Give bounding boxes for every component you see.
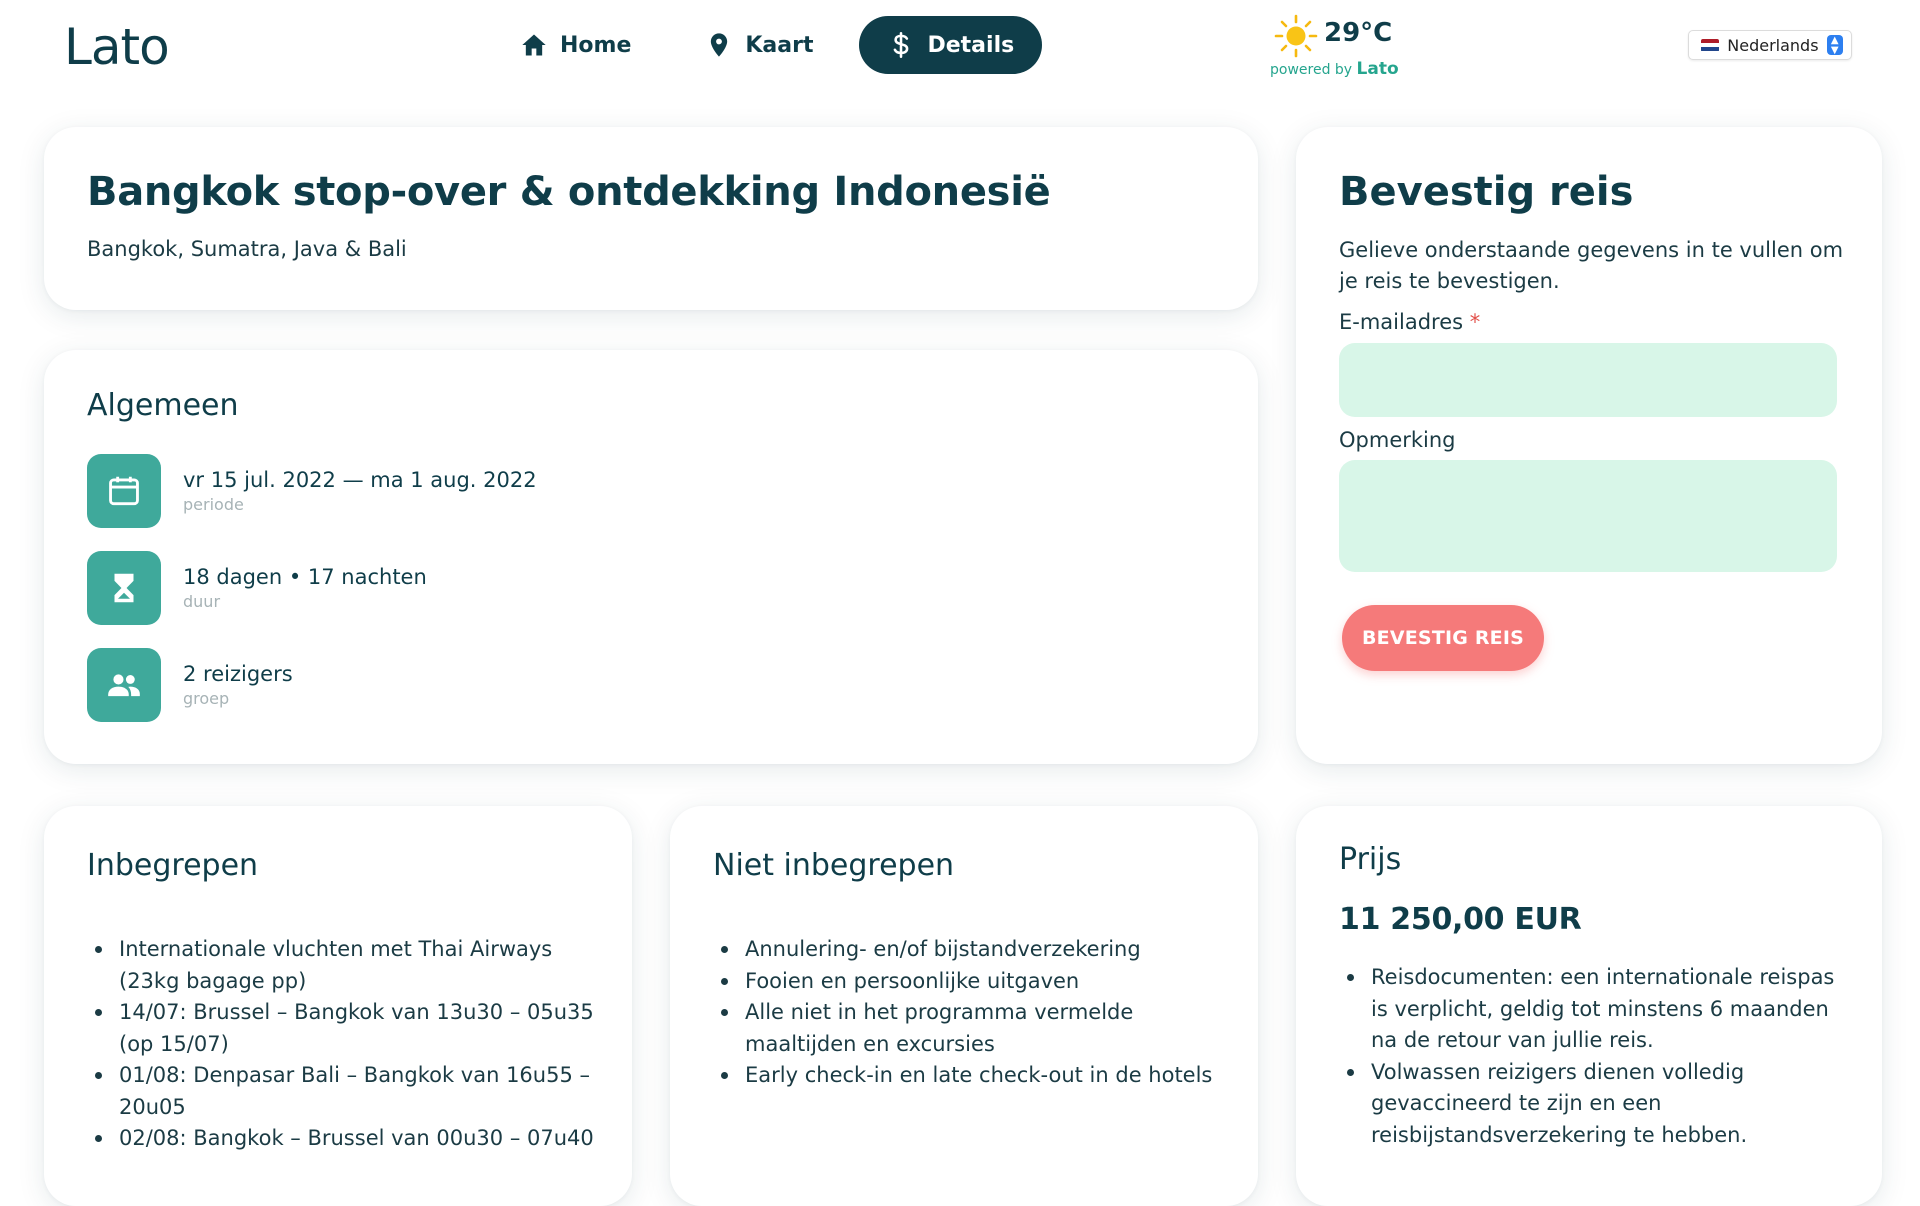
confirm-trip-button[interactable]: BEVESTIG REIS — [1342, 605, 1544, 671]
sun-icon — [1274, 14, 1318, 58]
list-item: 14/07: Brussel – Bangkok van 13u30 – 05u… — [95, 997, 599, 1060]
dollar-icon — [894, 32, 909, 58]
price-heading: Prijs — [1339, 842, 1402, 877]
powered-by: powered by Lato — [1270, 59, 1399, 79]
group-value: 2 reizigers — [183, 662, 293, 686]
confirm-title: Bevestig reis — [1339, 169, 1634, 215]
language-select[interactable]: Nederlands ▲ ▼ — [1688, 30, 1852, 60]
period-value: vr 15 jul. 2022 — ma 1 aug. 2022 — [183, 468, 537, 492]
period-label: periode — [183, 495, 244, 514]
list-item: Reisdocumenten: een internationale reisp… — [1347, 962, 1851, 1057]
hourglass-icon — [87, 551, 161, 625]
list-item: Internationale vluchten met Thai Airways… — [95, 934, 599, 997]
price-card: Prijs 11 250,00 EUR Reisdocumenten: een … — [1296, 806, 1882, 1206]
nav-home[interactable]: Home — [492, 16, 659, 74]
email-label-text: E-mailadres — [1339, 310, 1464, 334]
lato-logo[interactable]: Lato — [64, 18, 170, 76]
netherlands-flag-icon — [1701, 38, 1720, 52]
trip-title: Bangkok stop-over & ontdekking Indonesië — [87, 169, 1051, 215]
temperature: 29°C — [1324, 18, 1393, 48]
main-nav: Home Kaart Details — [492, 16, 1043, 74]
nav-home-label: Home — [560, 32, 632, 58]
calendar-icon — [87, 454, 161, 528]
trip-title-card: Bangkok stop-over & ontdekking Indonesië… — [44, 127, 1258, 310]
confirm-card: Bevestig reis Gelieve onderstaande gegev… — [1296, 127, 1882, 764]
remark-field[interactable] — [1339, 460, 1837, 572]
list-item: 01/08: Denpasar Bali – Bangkok van 16u55… — [95, 1060, 599, 1123]
powered-by-brand: Lato — [1356, 59, 1399, 79]
nav-details-label: Details — [927, 32, 1015, 58]
duration-value: 18 dagen • 17 nachten — [183, 565, 427, 589]
list-item: Fooien en persoonlijke uitgaven — [721, 966, 1245, 998]
general-heading: Algemeen — [87, 388, 239, 423]
info-group: 2 reizigers groep — [87, 648, 293, 722]
general-card: Algemeen vr 15 jul. 2022 — ma 1 aug. 202… — [44, 350, 1258, 764]
email-label: E-mailadres * — [1339, 310, 1480, 334]
trip-subtitle: Bangkok, Sumatra, Java & Bali — [87, 237, 407, 261]
powered-by-text: powered by — [1270, 62, 1353, 78]
price-amount: 11 250,00 EUR — [1339, 902, 1582, 937]
required-marker: * — [1469, 310, 1481, 334]
nav-details[interactable]: Details — [859, 16, 1043, 74]
included-heading: Inbegrepen — [87, 848, 259, 883]
list-item: Annulering- en/of bijstandverzekering — [721, 934, 1245, 966]
map-pin-icon — [711, 33, 728, 57]
email-field[interactable] — [1339, 343, 1837, 417]
top-bar: Lato Home Kaart Details 29°C powered by … — [0, 0, 1920, 100]
group-icon — [87, 648, 161, 722]
info-period: vr 15 jul. 2022 — ma 1 aug. 2022 periode — [87, 454, 537, 528]
select-arrows-icon: ▲ ▼ — [1826, 35, 1843, 56]
duration-label: duur — [183, 592, 221, 611]
nav-kaart-label: Kaart — [745, 32, 814, 58]
list-item: Early check-in en late check-out in de h… — [721, 1060, 1245, 1092]
language-value: Nederlands — [1727, 35, 1819, 55]
excluded-card: Niet inbegrepen Annulering- en/of bijsta… — [670, 806, 1258, 1206]
home-icon — [522, 34, 546, 56]
excluded-heading: Niet inbegrepen — [713, 848, 955, 883]
info-duration: 18 dagen • 17 nachten duur — [87, 551, 427, 625]
list-item: Volwassen reizigers dienen volledig geva… — [1347, 1057, 1851, 1152]
list-item: 02/08: Bangkok – Brussel van 00u30 – 07u… — [95, 1123, 599, 1155]
group-label: groep — [183, 689, 230, 708]
confirm-description: Gelieve onderstaande gegevens in te vull… — [1339, 238, 1844, 293]
excluded-list: Annulering- en/of bijstandverzekering Fo… — [721, 934, 1245, 1092]
included-card: Inbegrepen Internationale vluchten met T… — [44, 806, 632, 1206]
remark-label: Opmerking — [1339, 428, 1456, 452]
price-notes: Reisdocumenten: een internationale reisp… — [1347, 962, 1851, 1152]
weather-widget: 29°C powered by Lato — [1270, 12, 1400, 82]
list-item: Alle niet in het programma vermelde maal… — [721, 997, 1245, 1060]
included-list: Internationale vluchten met Thai Airways… — [95, 934, 599, 1155]
nav-kaart[interactable]: Kaart — [677, 16, 841, 74]
